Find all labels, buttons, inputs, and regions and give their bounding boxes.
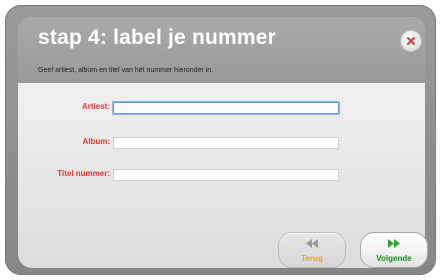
rewind-icon — [306, 239, 318, 248]
album-input[interactable] — [113, 137, 339, 149]
close-icon — [406, 36, 416, 46]
close-button[interactable] — [401, 31, 421, 51]
next-button-label: Volgende — [376, 254, 412, 263]
fast-forward-icon — [388, 239, 400, 248]
next-button[interactable]: Volgende — [360, 232, 428, 268]
album-label: Album: — [82, 137, 110, 146]
track-title-input[interactable] — [113, 169, 339, 181]
back-button-label: Terug — [301, 254, 323, 263]
artist-label: Artiest: — [81, 102, 110, 111]
dialog-instructions: Geef artiest, album en titel van het num… — [38, 67, 214, 74]
dialog-title: stap 4: label je nummer — [38, 26, 277, 49]
track-title-label: Titel nummer: — [57, 169, 110, 178]
artist-input[interactable] — [113, 102, 339, 114]
back-button[interactable]: Terug — [278, 232, 346, 268]
